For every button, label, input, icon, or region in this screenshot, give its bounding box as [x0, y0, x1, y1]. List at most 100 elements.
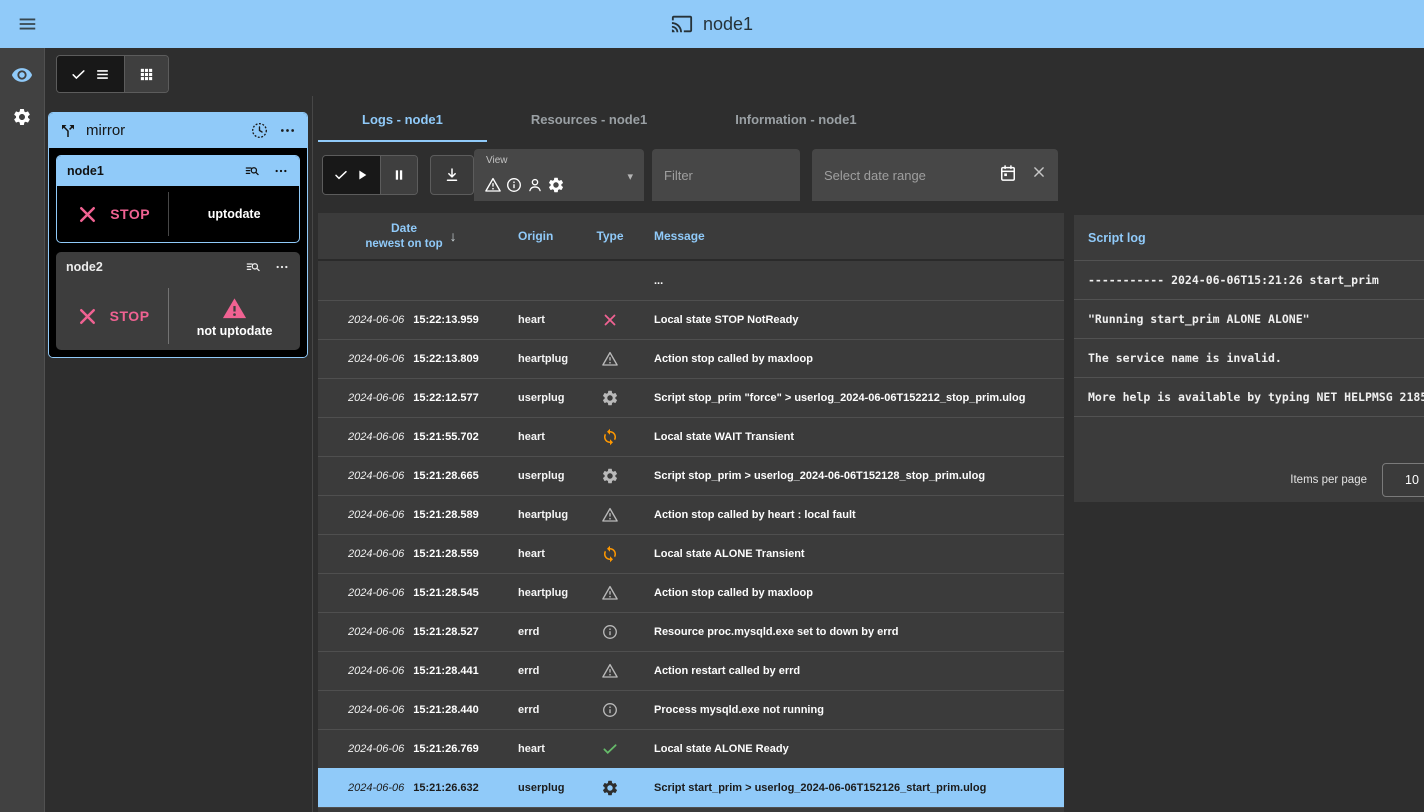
pause-icon	[391, 167, 407, 183]
column-message-label: Message	[646, 229, 1064, 243]
node-card-node2[interactable]: node2STOPnot uptodate	[56, 252, 300, 350]
script-log-panel: Script log ----------- 2024-06-06T15:21:…	[1074, 215, 1424, 502]
module-node-list: node1STOPuptodatenode2STOPnot uptodate	[49, 148, 307, 357]
log-date: 2024-06-0615:21:28.665	[318, 470, 490, 482]
log-row[interactable]: 2024-06-0615:21:26.769heartLocal state A…	[318, 729, 1064, 768]
node-status: not uptodate	[169, 295, 300, 338]
column-date-sublabel: newest on top	[365, 236, 442, 252]
log-origin: errd	[490, 665, 584, 677]
log-type	[584, 740, 646, 758]
log-type	[584, 701, 646, 719]
hamburger-menu-button[interactable]	[10, 8, 44, 40]
more-icon[interactable]	[274, 259, 290, 275]
grid-view-toggle-button[interactable]	[124, 56, 168, 92]
log-row[interactable]: ...	[318, 261, 1064, 300]
log-message: Resource proc.mysqld.exe set to down by …	[646, 626, 1064, 638]
log-row[interactable]: 2024-06-0615:21:55.702heartLocal state W…	[318, 417, 1064, 456]
log-table-header: Date newest on top ↓ Origin Type Message	[318, 213, 1064, 261]
manage-search-icon[interactable]	[244, 163, 260, 179]
more-icon[interactable]	[273, 163, 289, 179]
filter-input[interactable]	[652, 149, 800, 201]
log-type	[584, 350, 646, 368]
pause-button[interactable]	[380, 156, 417, 194]
warning-icon	[601, 350, 619, 368]
log-date: 2024-06-0615:21:28.589	[318, 509, 490, 521]
clear-date-icon[interactable]	[1030, 163, 1048, 181]
cluster-panel: mirror node1STOPuptodatenode2STOPnot upt…	[45, 96, 313, 812]
log-type	[584, 467, 646, 485]
script-log-paginator: Items per page 10	[1290, 463, 1424, 497]
log-row[interactable]: 2024-06-0615:22:12.577userplugScript sto…	[318, 378, 1064, 417]
info-icon	[601, 623, 619, 641]
log-message: Action stop called by heart : local faul…	[646, 509, 1064, 521]
tab-resources[interactable]: Resources - node1	[487, 96, 691, 142]
page-title: node1	[671, 13, 753, 35]
log-row[interactable]: 2024-06-0615:21:28.559heartLocal state A…	[318, 534, 1064, 573]
node-state-label: STOP	[110, 206, 150, 222]
log-message: Local state STOP NotReady	[646, 314, 1064, 326]
settings-rail-button[interactable]	[8, 104, 36, 130]
calendar-icon[interactable]	[998, 163, 1018, 183]
list-view-toggle-button[interactable]	[57, 56, 124, 92]
warning-icon	[221, 295, 248, 322]
log-type	[584, 311, 646, 329]
log-origin: heart	[490, 314, 584, 326]
log-date: 2024-06-0615:21:28.545	[318, 587, 490, 599]
download-button[interactable]	[430, 155, 474, 195]
column-type-label: Type	[584, 229, 646, 243]
module-card-mirror: mirror node1STOPuptodatenode2STOPnot upt…	[48, 112, 308, 358]
log-type	[584, 428, 646, 446]
column-date-sort[interactable]: Date newest on top ↓	[318, 220, 490, 253]
log-origin: heart	[490, 431, 584, 443]
log-origin: errd	[490, 626, 584, 638]
node-status-label: uptodate	[208, 207, 261, 221]
check-icon	[333, 167, 349, 183]
node-card-body: STOP uptodate	[57, 186, 299, 242]
date-range-input[interactable]	[812, 149, 1058, 201]
log-row[interactable]: 2024-06-0615:22:13.809heartplugAction st…	[318, 339, 1064, 378]
more-icon[interactable]	[278, 121, 297, 140]
pending-clock-icon[interactable]	[250, 121, 269, 140]
log-row[interactable]: 2024-06-0615:21:28.665userplugScript sto…	[318, 456, 1064, 495]
column-date-label: Date	[391, 220, 417, 237]
info-icon	[601, 701, 619, 719]
gear-icon	[601, 779, 619, 797]
log-type	[584, 779, 646, 797]
log-message: ...	[646, 275, 1064, 287]
items-per-page-select[interactable]: 10	[1382, 463, 1424, 497]
log-message: Script stop_prim "force" > userlog_2024-…	[646, 392, 1064, 404]
stop-x-icon	[75, 202, 100, 227]
script-log-line: More help is available by typing NET HEL…	[1074, 378, 1424, 417]
log-row[interactable]: 2024-06-0615:21:28.527errdResource proc.…	[318, 612, 1064, 651]
log-date: 2024-06-0615:22:12.577	[318, 392, 490, 404]
log-row[interactable]: 2024-06-0615:21:28.545heartplugAction st…	[318, 573, 1064, 612]
log-row[interactable]: 2024-06-0615:21:28.589heartplugAction st…	[318, 495, 1064, 534]
script-log-line: The service name is invalid.	[1074, 339, 1424, 378]
node-status: uptodate	[169, 207, 299, 221]
visibility-icon	[11, 64, 33, 86]
tab-information[interactable]: Information - node1	[691, 96, 900, 142]
log-row[interactable]	[318, 807, 1064, 812]
log-message: Local state ALONE Ready	[646, 743, 1064, 755]
log-message: Local state ALONE Transient	[646, 548, 1064, 560]
log-type	[584, 389, 646, 407]
visibility-rail-button[interactable]	[8, 62, 36, 88]
tab-logs[interactable]: Logs - node1	[318, 96, 487, 142]
tab-bar: Logs - node1Resources - node1Information…	[318, 96, 1064, 142]
follow-play-button[interactable]	[323, 156, 380, 194]
log-row[interactable]: 2024-06-0615:21:28.441errdAction restart…	[318, 651, 1064, 690]
node-card-node1[interactable]: node1STOPuptodate	[56, 155, 300, 243]
log-row[interactable]: 2024-06-0615:21:28.440errdProcess mysqld…	[318, 690, 1064, 729]
view-select[interactable]: View ▾	[474, 149, 644, 201]
sync-icon	[601, 545, 619, 563]
script-log-line: ----------- 2024-06-06T15:21:26 start_pr…	[1074, 261, 1424, 300]
log-message: Action restart called by errd	[646, 665, 1064, 677]
layout-toolbar	[46, 48, 1424, 96]
grid-icon	[138, 66, 155, 83]
script-log-title: Script log	[1074, 215, 1424, 261]
log-row[interactable]: 2024-06-0615:22:13.959heartLocal state S…	[318, 300, 1064, 339]
node-card-body: STOPnot uptodate	[56, 282, 300, 350]
manage-search-icon[interactable]	[245, 259, 261, 275]
log-type	[584, 506, 646, 524]
log-row[interactable]: 2024-06-0615:21:26.632userplugScript sta…	[318, 768, 1064, 807]
